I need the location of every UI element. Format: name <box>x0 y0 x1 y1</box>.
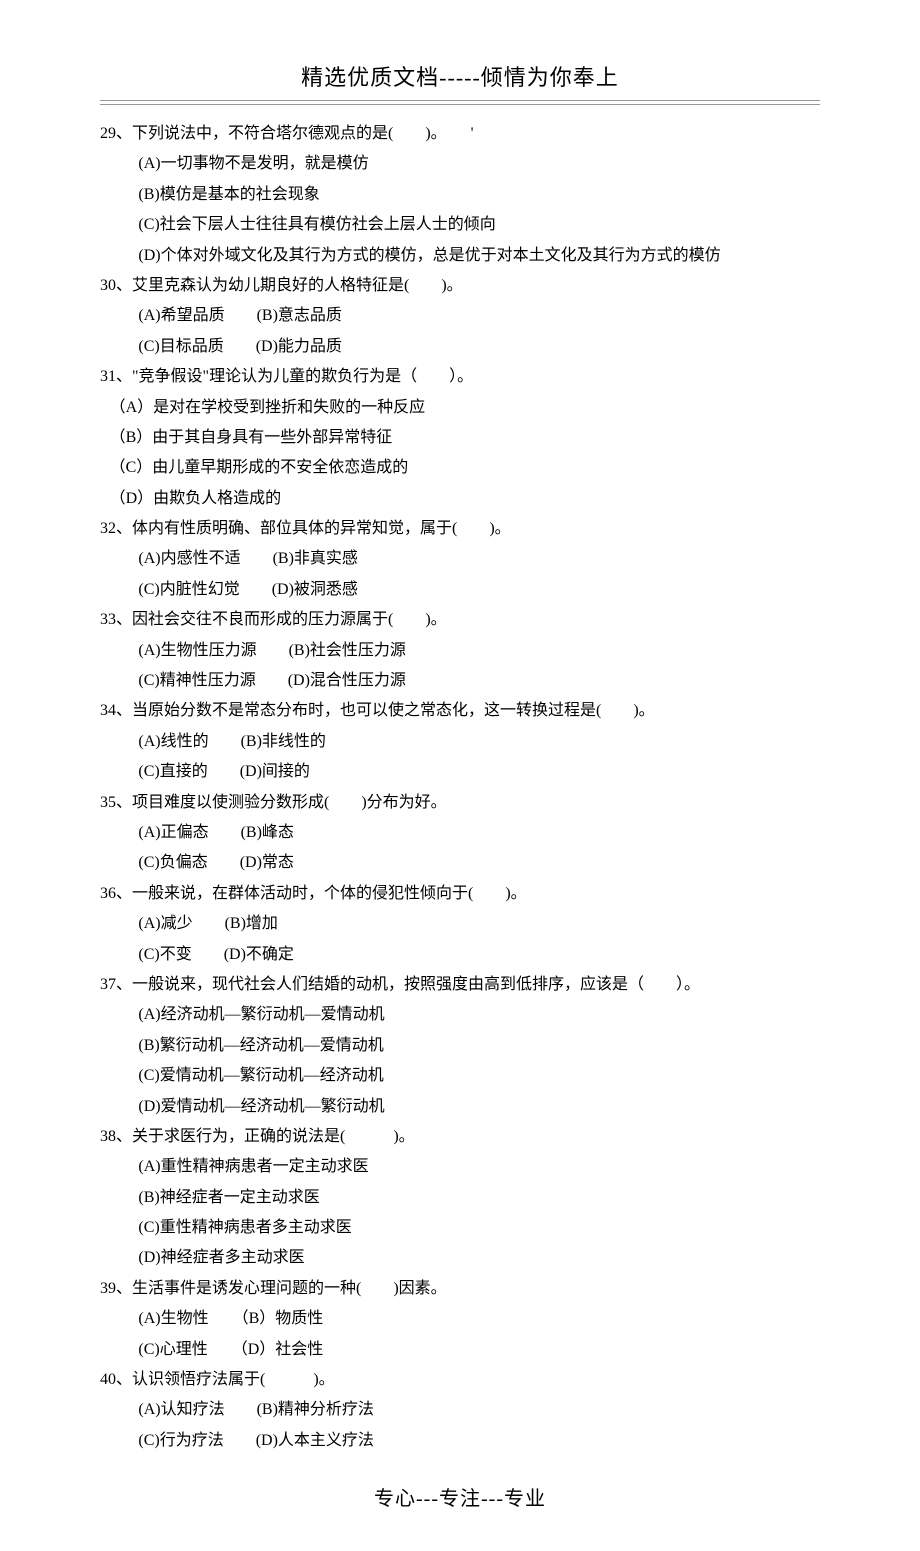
question-35: 35、项目难度以使测验分数形成( )分布为好。 (A)正偏态 (B)峰态 (C)… <box>100 788 820 879</box>
option-line: (C)目标品质 (D)能力品质 <box>100 332 820 362</box>
question-number: 40 <box>100 1371 116 1388</box>
question-stem: 40、认识领悟疗法属于( )。 <box>100 1365 820 1395</box>
stem-text: 一般说来，现代社会人们结婚的动机，按照强度由高到低排序，应该是（ ）。 <box>132 976 700 993</box>
option-line: (C)行为疗法 (D)人本主义疗法 <box>100 1426 820 1456</box>
option-line: (A)一切事物不是发明，就是模仿 <box>100 149 820 179</box>
question-30: 30、艾里克森认为幼儿期良好的人格特征是( )。 (A)希望品质 (B)意志品质… <box>100 271 820 362</box>
stem-text: 关于求医行为，正确的说法是( )。 <box>132 1128 415 1145</box>
question-stem: 33、因社会交往不良而形成的压力源属于( )。 <box>100 605 820 635</box>
page-header: 精选优质文档-----倾情为你奉上 <box>100 60 820 100</box>
option-line: (B)模仿是基本的社会现象 <box>100 180 820 210</box>
question-number: 32 <box>100 520 116 537</box>
option-line: (A)减少 (B)增加 <box>100 909 820 939</box>
option-line: (A)内感性不适 (B)非真实感 <box>100 544 820 574</box>
option-line: (C)不变 (D)不确定 <box>100 940 820 970</box>
option-line: （D）由欺负人格造成的 <box>100 484 820 514</box>
question-number: 36 <box>100 885 116 902</box>
option-line: (A)生物性 （B）物质性 <box>100 1304 820 1334</box>
question-stem: 39、生活事件是诱发心理问题的一种( )因素。 <box>100 1274 820 1304</box>
question-number: 30 <box>100 277 116 294</box>
option-line: (C)重性精神病患者多主动求医 <box>100 1213 820 1243</box>
option-line: (C)心理性 （D）社会性 <box>100 1335 820 1365</box>
option-line: (C)负偏态 (D)常态 <box>100 848 820 878</box>
question-31: 31、"竞争假设"理论认为儿童的欺负行为是（ ）。 （A）是对在学校受到挫折和失… <box>100 362 820 514</box>
option-line: (C)内脏性幻觉 (D)被洞悉感 <box>100 575 820 605</box>
stem-text: 认识领悟疗法属于( )。 <box>132 1371 335 1388</box>
option-line: （A）是对在学校受到挫折和失败的一种反应 <box>100 393 820 423</box>
page-footer: 专心---专注---专业 <box>100 1482 820 1511</box>
stem-text: 艾里克森认为幼儿期良好的人格特征是( )。 <box>132 277 463 294</box>
question-38: 38、关于求医行为，正确的说法是( )。 (A)重性精神病患者一定主动求医 (B… <box>100 1122 820 1274</box>
question-29: 29、下列说法中，不符合塔尔德观点的是( )。 ' (A)一切事物不是发明，就是… <box>100 119 820 271</box>
option-line: （B）由于其自身具有一些外部异常特征 <box>100 423 820 453</box>
question-number: 33 <box>100 611 116 628</box>
header-divider <box>100 100 820 105</box>
question-stem: 30、艾里克森认为幼儿期良好的人格特征是( )。 <box>100 271 820 301</box>
stem-text: 生活事件是诱发心理问题的一种( )因素。 <box>132 1280 447 1297</box>
question-39: 39、生活事件是诱发心理问题的一种( )因素。 (A)生物性 （B）物质性 (C… <box>100 1274 820 1365</box>
question-stem: 35、项目难度以使测验分数形成( )分布为好。 <box>100 788 820 818</box>
option-line: (A)线性的 (B)非线性的 <box>100 727 820 757</box>
option-line: (A)生物性压力源 (B)社会性压力源 <box>100 636 820 666</box>
stem-text: 下列说法中，不符合塔尔德观点的是( )。 ' <box>132 125 474 142</box>
question-number: 31 <box>100 368 116 385</box>
option-line: (C)爱情动机—繁衍动机—经济动机 <box>100 1061 820 1091</box>
option-line: (C)社会下层人士往往具有模仿社会上层人士的倾向 <box>100 210 820 240</box>
option-line: （C）由儿童早期形成的不安全依恋造成的 <box>100 453 820 483</box>
document-page: 精选优质文档-----倾情为你奉上 29、下列说法中，不符合塔尔德观点的是( )… <box>0 0 920 1551</box>
option-line: (D)神经症者多主动求医 <box>100 1243 820 1273</box>
option-line: (B)神经症者一定主动求医 <box>100 1183 820 1213</box>
question-32: 32、体内有性质明确、部位具体的异常知觉，属于( )。 (A)内感性不适 (B)… <box>100 514 820 605</box>
option-line: (C)直接的 (D)间接的 <box>100 757 820 787</box>
stem-text: 一般来说，在群体活动时，个体的侵犯性倾向于( )。 <box>132 885 527 902</box>
question-number: 39 <box>100 1280 116 1297</box>
stem-text: 因社会交往不良而形成的压力源属于( )。 <box>132 611 447 628</box>
option-line: (D)爱情动机—经济动机—繁衍动机 <box>100 1092 820 1122</box>
question-34: 34、当原始分数不是常态分布时，也可以使之常态化，这一转换过程是( )。 (A)… <box>100 696 820 787</box>
option-line: (A)正偏态 (B)峰态 <box>100 818 820 848</box>
stem-text: 体内有性质明确、部位具体的异常知觉，属于( )。 <box>132 520 511 537</box>
option-line: (A)认知疗法 (B)精神分析疗法 <box>100 1395 820 1425</box>
question-40: 40、认识领悟疗法属于( )。 (A)认知疗法 (B)精神分析疗法 (C)行为疗… <box>100 1365 820 1456</box>
stem-text: "竞争假设"理论认为儿童的欺负行为是（ ）。 <box>132 368 473 385</box>
stem-text: 当原始分数不是常态分布时，也可以使之常态化，这一转换过程是( )。 <box>132 702 655 719</box>
question-stem: 29、下列说法中，不符合塔尔德观点的是( )。 ' <box>100 119 820 149</box>
option-line: (A)经济动机—繁衍动机—爱情动机 <box>100 1000 820 1030</box>
question-number: 38 <box>100 1128 116 1145</box>
stem-text: 项目难度以使测验分数形成( )分布为好。 <box>132 794 447 811</box>
question-number: 37 <box>100 976 116 993</box>
question-36: 36、一般来说，在群体活动时，个体的侵犯性倾向于( )。 (A)减少 (B)增加… <box>100 879 820 970</box>
question-number: 34 <box>100 702 116 719</box>
option-line: (A)重性精神病患者一定主动求医 <box>100 1152 820 1182</box>
question-33: 33、因社会交往不良而形成的压力源属于( )。 (A)生物性压力源 (B)社会性… <box>100 605 820 696</box>
question-stem: 37、一般说来，现代社会人们结婚的动机，按照强度由高到低排序，应该是（ ）。 <box>100 970 820 1000</box>
option-line: (C)精神性压力源 (D)混合性压力源 <box>100 666 820 696</box>
question-number: 29 <box>100 125 116 142</box>
question-stem: 38、关于求医行为，正确的说法是( )。 <box>100 1122 820 1152</box>
question-stem: 36、一般来说，在群体活动时，个体的侵犯性倾向于( )。 <box>100 879 820 909</box>
question-stem: 32、体内有性质明确、部位具体的异常知觉，属于( )。 <box>100 514 820 544</box>
option-line: (B)繁衍动机—经济动机—爱情动机 <box>100 1031 820 1061</box>
question-list: 29、下列说法中，不符合塔尔德观点的是( )。 ' (A)一切事物不是发明，就是… <box>100 119 820 1456</box>
option-line: (D)个体对外域文化及其行为方式的模仿，总是优于对本土文化及其行为方式的模仿 <box>100 241 820 271</box>
question-37: 37、一般说来，现代社会人们结婚的动机，按照强度由高到低排序，应该是（ ）。 (… <box>100 970 820 1122</box>
option-line: (A)希望品质 (B)意志品质 <box>100 301 820 331</box>
question-stem: 31、"竞争假设"理论认为儿童的欺负行为是（ ）。 <box>100 362 820 392</box>
question-stem: 34、当原始分数不是常态分布时，也可以使之常态化，这一转换过程是( )。 <box>100 696 820 726</box>
question-number: 35 <box>100 794 116 811</box>
